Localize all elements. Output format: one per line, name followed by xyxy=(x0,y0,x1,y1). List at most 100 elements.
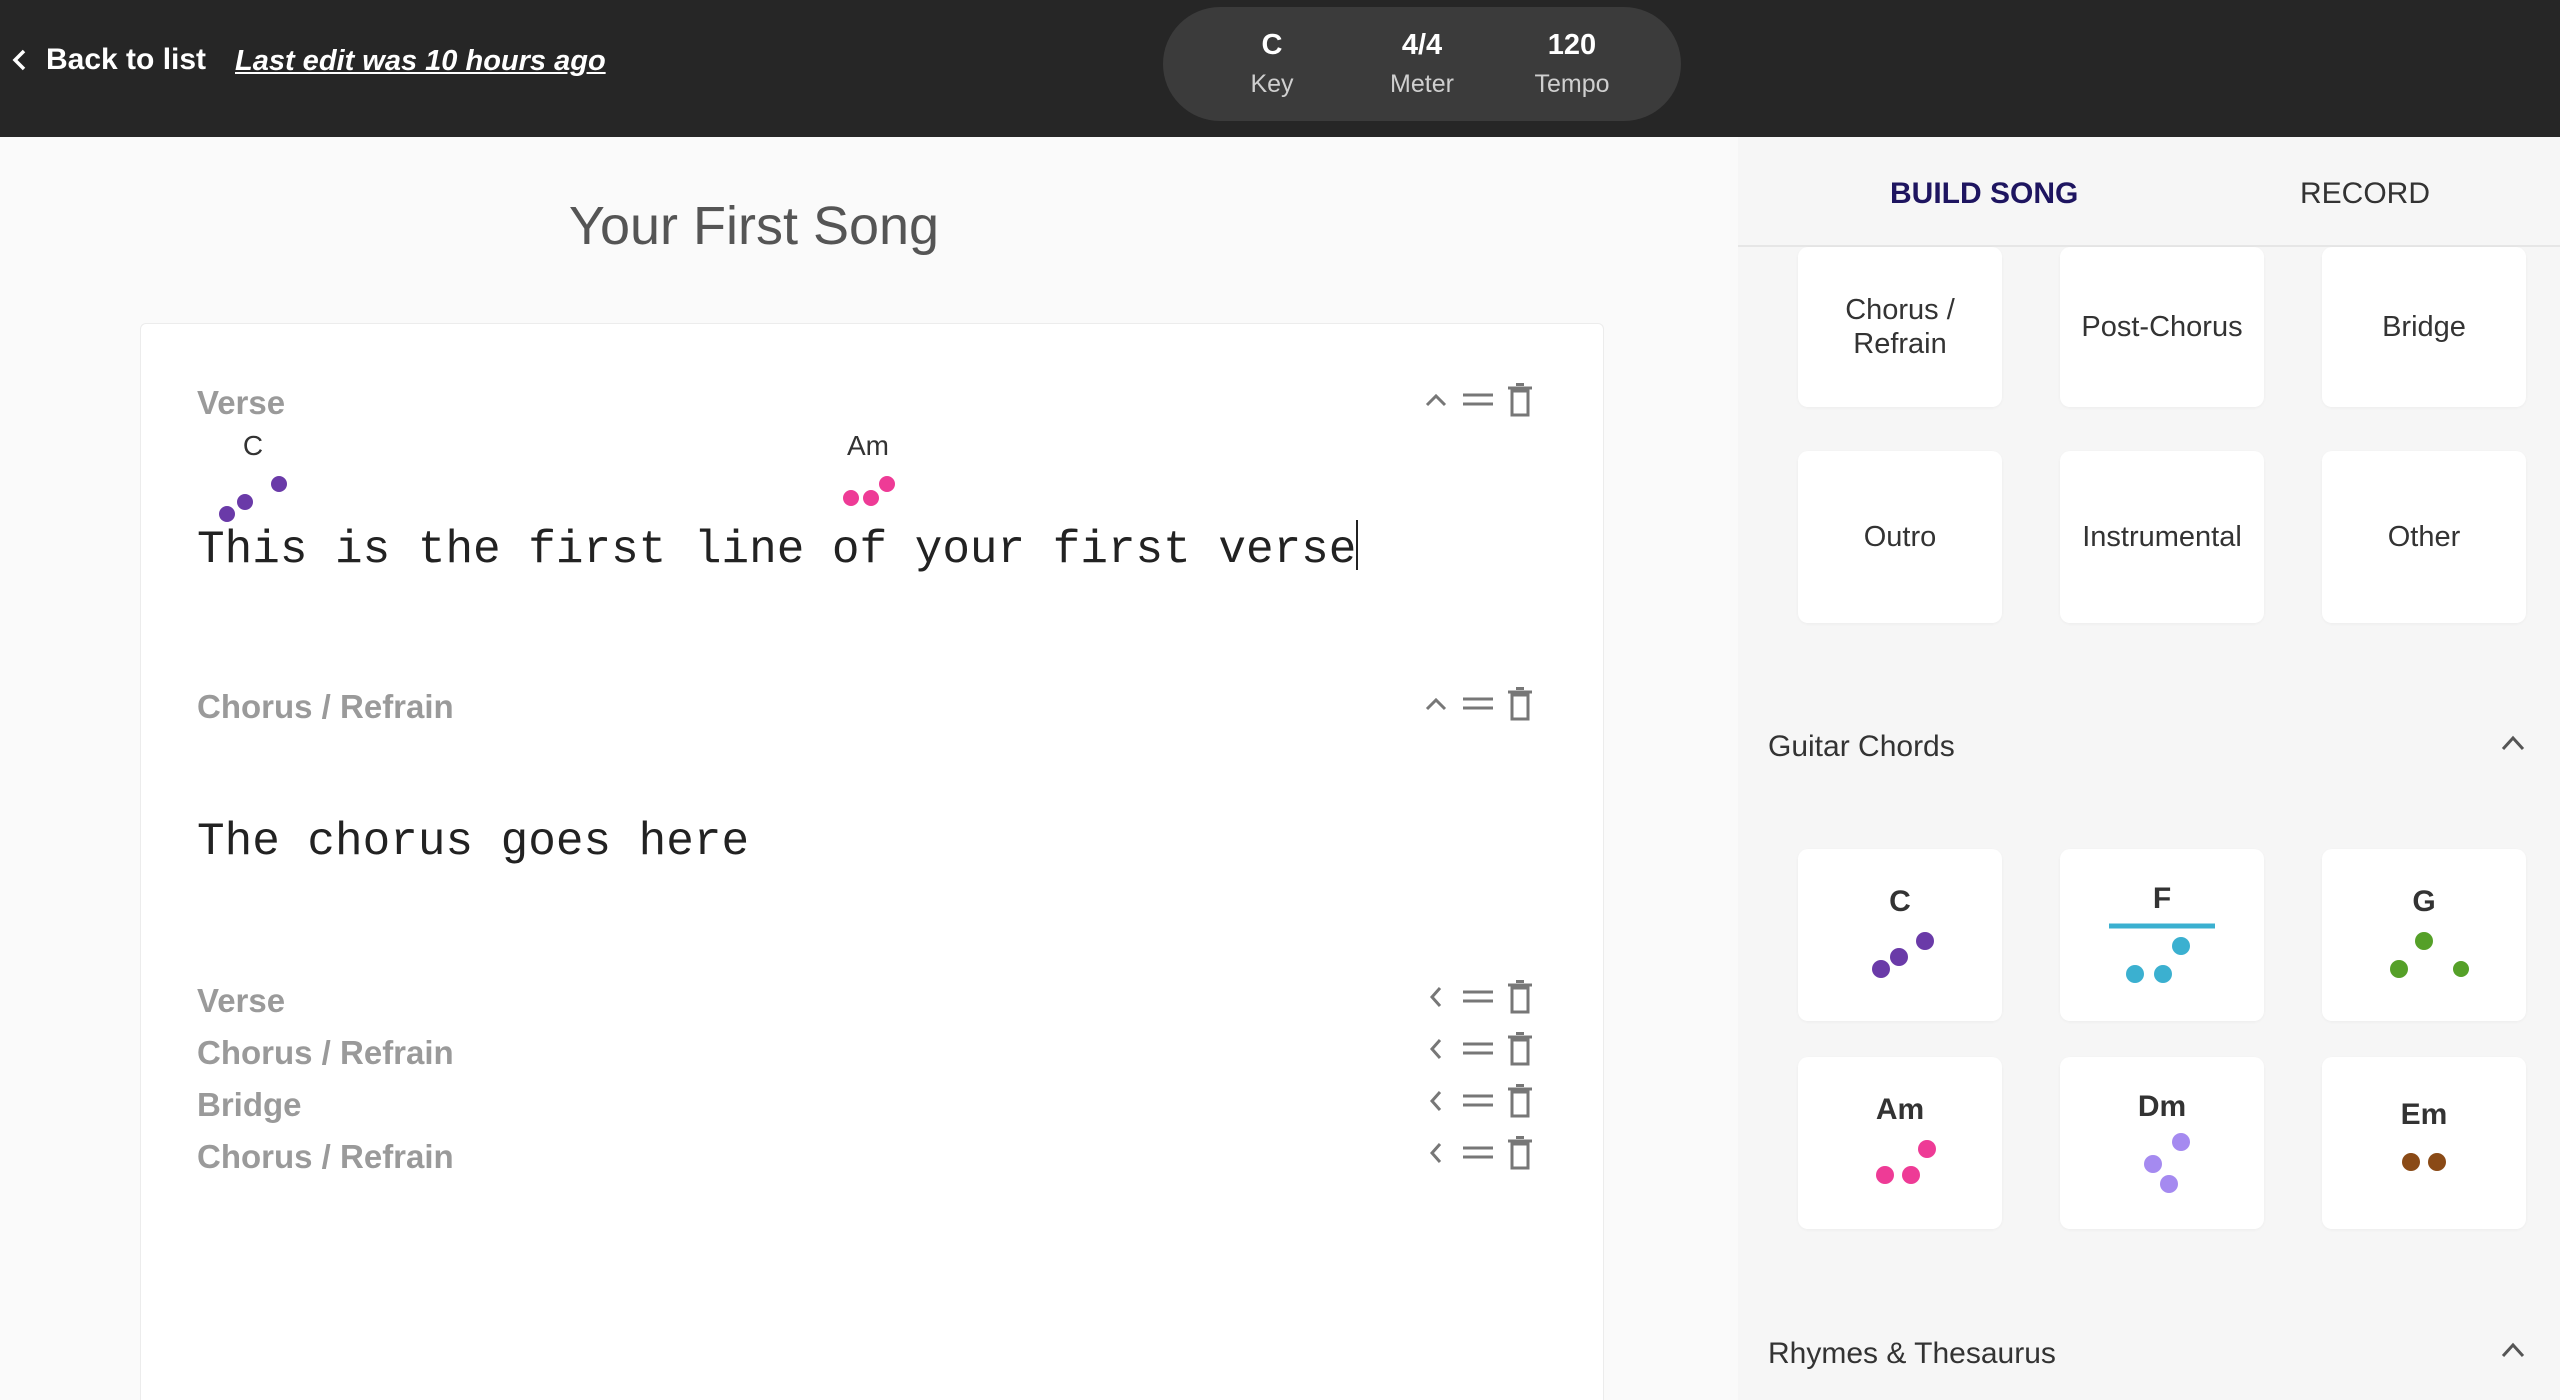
chord-f-dots xyxy=(2109,923,2215,983)
tile-label: Instrumental xyxy=(2082,520,2242,553)
chord-c-dots xyxy=(219,476,287,522)
chord-marker-am[interactable]: Am xyxy=(823,430,913,514)
outline-item: Bridge xyxy=(197,1086,302,1123)
drag-handle[interactable] xyxy=(1457,380,1499,420)
tab-record[interactable]: RECORD xyxy=(2300,177,2430,211)
song-title[interactable]: Your First Song xyxy=(0,195,1508,257)
collapse-button[interactable] xyxy=(1415,380,1457,420)
trash-icon xyxy=(1508,383,1532,417)
delete-button[interactable] xyxy=(1499,1029,1541,1069)
chord-name: Am xyxy=(1875,1093,1925,1126)
key-selector[interactable]: C Key xyxy=(1197,29,1347,99)
expand-button[interactable] xyxy=(1415,1029,1457,1069)
section-tile-other[interactable]: Other xyxy=(2322,451,2526,623)
meter-value: 4/4 xyxy=(1401,29,1443,61)
delete-button[interactable] xyxy=(1499,684,1541,724)
tab-build-song[interactable]: BUILD SONG xyxy=(1890,177,2078,211)
delete-button[interactable] xyxy=(1499,977,1541,1017)
expand-button[interactable] xyxy=(1415,977,1457,1017)
chord-tile-dm[interactable]: Dm xyxy=(2060,1057,2264,1229)
drag-handle[interactable] xyxy=(1457,1081,1499,1121)
section-tile-post-chorus[interactable]: Post-Chorus xyxy=(2060,247,2264,407)
section-tile-bridge[interactable]: Bridge xyxy=(2322,247,2526,407)
section-controls xyxy=(1415,684,1541,724)
chord-tile-am[interactable]: Am xyxy=(1798,1057,2002,1229)
section-controls xyxy=(1415,1133,1541,1173)
tile-label: Outro xyxy=(1863,520,1937,553)
tile-label: Bridge xyxy=(2382,310,2466,343)
drag-handle-icon xyxy=(1463,1094,1493,1107)
drag-handle-icon xyxy=(1463,990,1493,1003)
last-edit-link[interactable]: Last edit was 10 hours ago xyxy=(235,45,606,78)
chevron-left-icon xyxy=(12,49,26,71)
song-card: Verse C Am This is the first line of you… xyxy=(140,323,1604,1400)
song-editor: Your First Song Verse C Am This is the f… xyxy=(0,137,1738,1400)
section-controls xyxy=(1415,977,1541,1017)
rhymes-collapse-button[interactable] xyxy=(2500,1341,2526,1364)
delete-button[interactable] xyxy=(1499,380,1541,420)
guitar-chords-heading: Guitar Chords xyxy=(1768,730,1955,763)
chord-marker-c[interactable]: C xyxy=(213,430,293,524)
outline-item: Verse xyxy=(197,982,286,1019)
section-tile-outro[interactable]: Outro xyxy=(1798,451,2002,623)
chevron-up-icon xyxy=(1425,393,1447,407)
section-controls xyxy=(1415,1081,1541,1121)
tempo-value: 120 xyxy=(1547,29,1597,61)
meter-label: Meter xyxy=(1390,70,1454,98)
trash-icon xyxy=(1508,1032,1532,1066)
drag-handle[interactable] xyxy=(1457,1133,1499,1173)
chord-am-dots xyxy=(843,476,895,506)
chevron-left-icon xyxy=(1429,987,1442,1007)
trash-icon xyxy=(1508,1084,1532,1118)
chevron-left-icon xyxy=(1429,1039,1442,1059)
chevron-up-icon xyxy=(1425,697,1447,711)
chord-dm-dots xyxy=(2144,1133,2190,1193)
collapse-button[interactable] xyxy=(1415,684,1457,724)
tempo-selector[interactable]: 120 Tempo xyxy=(1497,29,1647,99)
chord-tile-em[interactable]: Em xyxy=(2322,1057,2526,1229)
delete-button[interactable] xyxy=(1499,1133,1541,1173)
lyric-line-verse[interactable]: This is the first line of your first ver… xyxy=(197,520,1359,576)
expand-button[interactable] xyxy=(1415,1133,1457,1173)
drag-handle-icon xyxy=(1463,1042,1493,1055)
back-to-list-button[interactable]: Back to list xyxy=(8,43,206,77)
key-value: C xyxy=(1261,29,1283,61)
key-label: Key xyxy=(1250,70,1294,98)
app: Back to list Last edit was 10 hours ago … xyxy=(0,0,2560,1400)
drag-handle[interactable] xyxy=(1457,684,1499,724)
guitar-chords-collapse-button[interactable] xyxy=(2500,734,2526,757)
section-controls xyxy=(1415,1029,1541,1069)
drag-handle[interactable] xyxy=(1457,1029,1499,1069)
chord-tile-g[interactable]: G xyxy=(2322,849,2526,1021)
tile-label: Post-Chorus xyxy=(2081,310,2243,343)
build-panel: BUILD SONG RECORD Chorus / Refrain Post-… xyxy=(1738,137,2560,1400)
tile-label: Other xyxy=(2387,520,2461,553)
drag-handle-icon xyxy=(1463,1146,1493,1159)
drag-handle-icon xyxy=(1463,393,1493,406)
chevron-up-icon xyxy=(2501,1342,2525,1358)
section-controls xyxy=(1415,380,1541,420)
tempo-label: Tempo xyxy=(1534,70,1610,98)
panel-tabs: BUILD SONG RECORD xyxy=(1738,137,2560,247)
text-caret xyxy=(1356,520,1359,570)
drag-handle-icon xyxy=(1463,697,1493,710)
chord-tile-f[interactable]: F xyxy=(2060,849,2264,1021)
song-meta-pill: C Key 4/4 Meter 120 Tempo xyxy=(1163,7,1681,121)
section-label-chorus: Chorus / Refrain xyxy=(197,688,454,725)
drag-handle[interactable] xyxy=(1457,977,1499,1017)
section-tile-instrumental[interactable]: Instrumental xyxy=(2060,451,2264,623)
chevron-up-icon xyxy=(2501,735,2525,751)
chevron-left-icon xyxy=(1429,1091,1442,1111)
chord-name: C xyxy=(1889,885,1911,918)
rhymes-thesaurus-heading: Rhymes & Thesaurus xyxy=(1768,1337,2056,1370)
chord-tile-c[interactable]: C xyxy=(1798,849,2002,1021)
chord-am-dots xyxy=(1876,1140,1936,1184)
outline-item: Chorus / Refrain xyxy=(197,1034,454,1071)
chevron-left-icon xyxy=(1429,1143,1442,1163)
meter-selector[interactable]: 4/4 Meter xyxy=(1347,29,1497,99)
trash-icon xyxy=(1508,1136,1532,1170)
expand-button[interactable] xyxy=(1415,1081,1457,1121)
lyric-line-chorus[interactable]: The chorus goes here xyxy=(197,816,749,868)
section-tile-chorus-refrain[interactable]: Chorus / Refrain xyxy=(1798,247,2002,407)
delete-button[interactable] xyxy=(1499,1081,1541,1121)
